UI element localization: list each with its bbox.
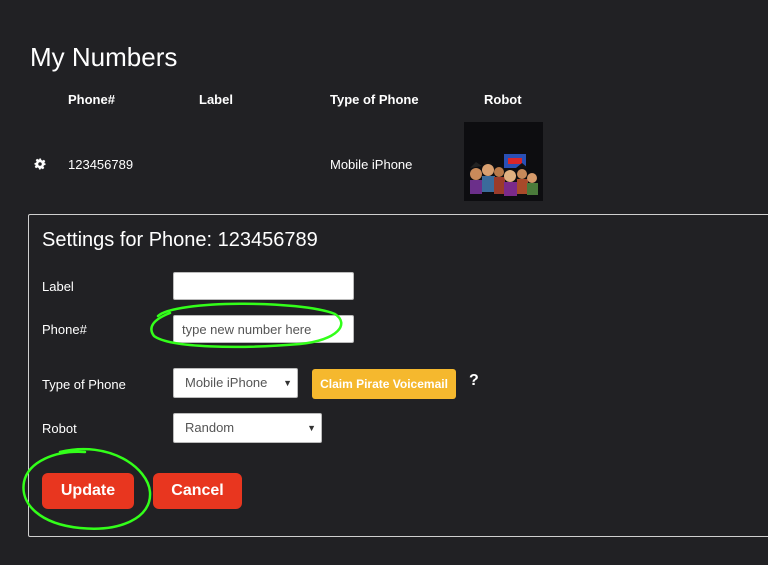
chevron-down-icon: ▼ [307, 423, 316, 433]
page-title: My Numbers [30, 42, 178, 72]
robot-select[interactable]: Random ▼ [173, 413, 322, 443]
phone-input[interactable] [173, 315, 354, 343]
settings-title: Settings for Phone: 123456789 [42, 229, 318, 251]
label-field-label: Label [42, 279, 74, 294]
question-icon[interactable]: ? [469, 372, 479, 390]
chevron-down-icon: ▼ [283, 378, 292, 388]
type-field-label: Type of Phone [42, 377, 126, 392]
row-type: Mobile iPhone [330, 157, 413, 172]
claim-pirate-voicemail-button[interactable]: Claim Pirate Voicemail [312, 369, 456, 399]
update-button[interactable]: Update [42, 473, 134, 509]
phone-field-label: Phone# [42, 322, 87, 337]
robot-field-label: Robot [42, 421, 77, 436]
robot-select-value: Random [185, 420, 235, 435]
cancel-button[interactable]: Cancel [153, 473, 242, 509]
type-of-phone-select[interactable]: Mobile iPhone ▼ [173, 368, 298, 398]
column-header-phone: Phone# [68, 92, 115, 107]
type-of-phone-value: Mobile iPhone [185, 375, 268, 390]
gear-icon[interactable] [34, 158, 46, 170]
settings-panel: Settings for Phone: 123456789 Label Phon… [28, 214, 768, 537]
robot-image [464, 122, 543, 201]
column-header-robot: Robot [484, 92, 522, 107]
label-input[interactable] [173, 272, 354, 300]
column-header-type: Type of Phone [330, 92, 419, 107]
column-header-label: Label [199, 92, 233, 107]
row-phone: 123456789 [68, 157, 134, 172]
